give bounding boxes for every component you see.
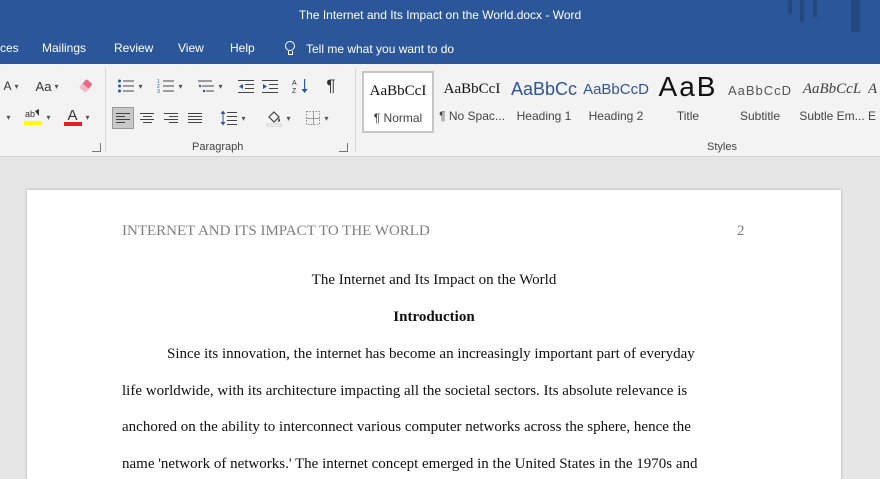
styles-gallery: AaBbCcI ¶ Normal AaBbCcI ¶ No Spac... Aa…	[362, 71, 880, 135]
increase-indent-button[interactable]	[260, 75, 280, 97]
paragraph-line: anchored on the ability to interconnect …	[122, 419, 691, 435]
style-name: Heading 1	[516, 109, 572, 123]
tell-me-label: Tell me what you want to do	[306, 41, 455, 56]
document-area: INTERNET AND ITS IMPACT TO THE WORLD 2 T…	[0, 157, 880, 479]
numbered-list-icon: 123	[157, 79, 175, 94]
tab-mailings[interactable]: Mailings	[42, 41, 86, 55]
svg-text:3: 3	[157, 89, 160, 94]
document-page[interactable]: INTERNET AND ITS IMPACT TO THE WORLD 2 T…	[27, 190, 841, 479]
document-title: The Internet and Its Impact on the World	[311, 272, 557, 288]
style-heading-1[interactable]: AaBbCc Heading 1	[508, 71, 580, 133]
align-center-button[interactable]	[136, 107, 158, 129]
highlight-color-button[interactable]: ab ▾	[20, 106, 54, 128]
ribbon: A ▾ Aa ▾ ▾ ab ▾ A ▾ ▾ 1 2 3 ▾ ▾ AZ ¶ ▾ ▾…	[0, 64, 880, 157]
bullets-button[interactable]: ▾	[112, 75, 148, 97]
decrease-indent-button[interactable]	[236, 75, 256, 97]
bullet-list-icon	[118, 79, 135, 93]
style-preview: A	[868, 81, 878, 97]
styles-group-label: Styles	[707, 141, 737, 153]
style-subtle-emphasis[interactable]: AaBbCcL Subtle Em...	[796, 71, 868, 133]
tab-help[interactable]: Help	[230, 41, 255, 55]
style-preview: AaBbCcD	[727, 83, 793, 98]
decrease-indent-icon	[238, 80, 254, 93]
multilevel-list-icon	[198, 80, 215, 93]
style-preview: AaBbCcI	[443, 81, 501, 97]
borders-icon	[306, 111, 321, 125]
tab-view[interactable]: View	[178, 41, 204, 55]
align-right-button[interactable]	[160, 107, 182, 129]
svg-text:Z: Z	[292, 88, 297, 95]
increase-indent-icon	[262, 80, 278, 93]
justify-button[interactable]	[184, 107, 206, 129]
svg-text:ab: ab	[25, 109, 35, 119]
lightbulb-icon	[284, 41, 296, 56]
show-formatting-button[interactable]: ¶	[320, 75, 342, 97]
page-number: 2	[737, 223, 745, 239]
font-color-button[interactable]: A ▾	[60, 106, 94, 128]
font-size-shrink-button[interactable]: A ▾	[0, 75, 22, 97]
multilevel-list-button[interactable]: ▾	[192, 75, 228, 97]
style-preview: AaBbCcD	[583, 81, 649, 98]
paragraph-line: name 'network of networks.' The internet…	[122, 456, 698, 472]
group-separator	[105, 68, 106, 152]
style-emphasis[interactable]: A E	[868, 71, 880, 133]
eraser-icon	[79, 79, 92, 93]
window-title: The Internet and Its Impact on the World…	[298, 8, 582, 22]
line-spacing-button[interactable]: ▾	[216, 107, 250, 129]
style-name: E	[868, 109, 877, 123]
clear-formatting-button[interactable]	[76, 75, 98, 97]
shading-button[interactable]: ▾	[260, 107, 296, 129]
paragraph-line: Since its innovation, the internet has b…	[167, 346, 695, 362]
style-subtitle[interactable]: AaBbCcD Subtitle	[724, 71, 796, 133]
sort-icon: AZ	[292, 79, 308, 95]
style-name: Subtle Em...	[799, 109, 865, 123]
font-dialog-launcher[interactable]	[92, 143, 101, 152]
svg-text:A: A	[292, 80, 297, 87]
paragraph-line: life worldwide, with its architecture im…	[122, 383, 688, 399]
decoration-bar	[813, 0, 817, 18]
decoration-bar	[851, 0, 860, 32]
sort-button[interactable]: AZ	[290, 75, 312, 97]
borders-button[interactable]: ▾	[300, 107, 334, 129]
style-name: ¶ No Spac...	[439, 109, 505, 123]
section-heading: Introduction	[393, 309, 475, 325]
paragraph-dialog-launcher[interactable]	[339, 143, 348, 152]
align-left-button[interactable]	[112, 107, 134, 129]
align-left-icon	[116, 113, 130, 123]
style-normal[interactable]: AaBbCcI ¶ Normal	[362, 71, 434, 133]
style-title[interactable]: AaB Title	[652, 71, 724, 133]
line-spacing-icon	[220, 110, 238, 126]
style-name: Title	[676, 109, 700, 123]
style-preview: AaB	[658, 71, 718, 102]
style-name: Subtitle	[739, 109, 781, 123]
style-preview: AaBbCcI	[369, 83, 427, 99]
tab-references[interactable]: ces	[0, 41, 19, 55]
decoration-bar	[800, 0, 804, 22]
change-case-button[interactable]: Aa ▾	[30, 75, 64, 97]
decoration-bar	[788, 0, 792, 14]
paint-bucket-icon	[267, 111, 282, 127]
align-right-icon	[164, 113, 178, 123]
ribbon-tabs: ces Mailings Review View Help Tell me wh…	[0, 32, 880, 64]
align-center-icon	[140, 113, 154, 123]
font-color-swatch	[64, 122, 83, 126]
style-name: Heading 2	[588, 109, 644, 123]
title-bar: The Internet and Its Impact on the World…	[0, 0, 880, 32]
style-no-spacing[interactable]: AaBbCcI ¶ No Spac...	[436, 71, 508, 133]
running-head: INTERNET AND ITS IMPACT TO THE WORLD	[122, 223, 430, 239]
group-separator	[355, 68, 356, 152]
change-case-label: Aa	[35, 78, 52, 94]
style-name: ¶ Normal	[373, 111, 423, 125]
tell-me-search[interactable]: Tell me what you want to do	[284, 41, 454, 56]
justify-icon	[188, 113, 202, 123]
paragraph-group-label: Paragraph	[192, 141, 244, 153]
numbering-button[interactable]: 1 2 3 ▾	[152, 75, 188, 97]
style-preview: AaBbCcL	[802, 81, 862, 97]
tab-review[interactable]: Review	[114, 41, 153, 55]
text-effects-caret[interactable]: ▾	[0, 106, 14, 128]
highlighter-icon: ab	[24, 109, 43, 125]
style-preview: AaBbCc	[510, 79, 578, 99]
style-heading-2[interactable]: AaBbCcD Heading 2	[580, 71, 652, 133]
pilcrow-icon: ¶	[326, 76, 336, 95]
